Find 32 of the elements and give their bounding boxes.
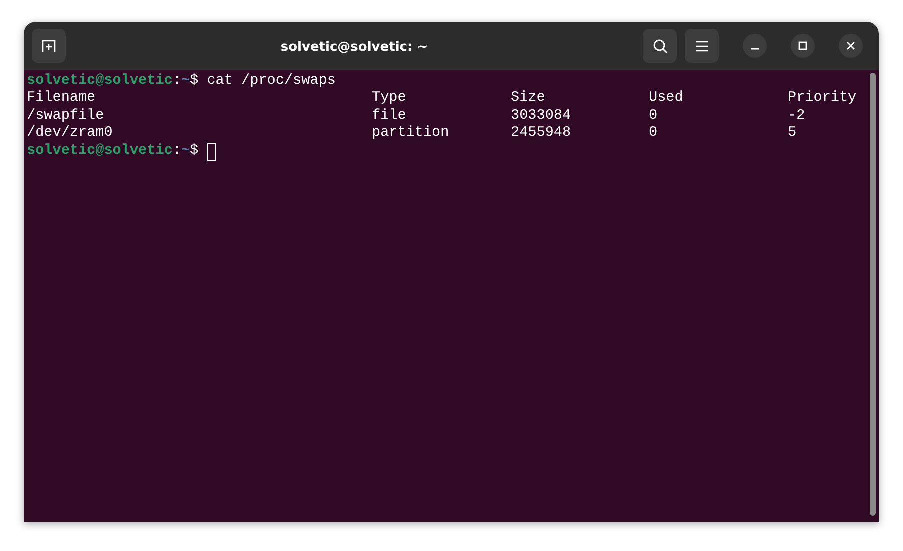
- minimize-button[interactable]: [743, 34, 767, 58]
- output-cell: /dev/zram0: [27, 125, 113, 142]
- search-icon: [652, 38, 668, 54]
- new-tab-button[interactable]: [32, 29, 66, 63]
- new-tab-icon: [42, 39, 56, 53]
- output-cell: 5: [788, 125, 797, 142]
- command-text: cat /proc/swaps: [207, 73, 336, 90]
- window-title: solvetic@solvetic: ~: [280, 40, 428, 55]
- column-header: Type: [372, 90, 406, 106]
- maximize-button[interactable]: [791, 34, 815, 58]
- output-cell: 0: [649, 108, 658, 124]
- close-button[interactable]: [839, 34, 863, 58]
- column-header: Used: [649, 90, 684, 106]
- output-cell: /swapfile: [27, 108, 104, 124]
- minimize-icon: [751, 48, 759, 50]
- output-cell: -2: [788, 108, 806, 124]
- output-cell: file: [372, 108, 406, 124]
- output-cell: 2455948: [511, 125, 572, 142]
- scrollbar[interactable]: [870, 73, 876, 516]
- menu-icon: [696, 40, 708, 52]
- output-cell: partition: [372, 125, 450, 142]
- close-icon: [846, 41, 856, 51]
- search-button[interactable]: [643, 29, 677, 63]
- output-cell: 3033084: [511, 108, 572, 124]
- prompt: solvetic@solvetic:~$: [27, 73, 199, 90]
- output-cell: 0: [649, 125, 658, 142]
- column-header: Filename: [27, 90, 96, 106]
- column-header: Size: [511, 90, 546, 106]
- prompt: solvetic@solvetic:~$: [27, 142, 199, 161]
- maximize-icon: [798, 41, 808, 51]
- menu-button[interactable]: [685, 29, 719, 63]
- column-header: Priority: [788, 90, 857, 106]
